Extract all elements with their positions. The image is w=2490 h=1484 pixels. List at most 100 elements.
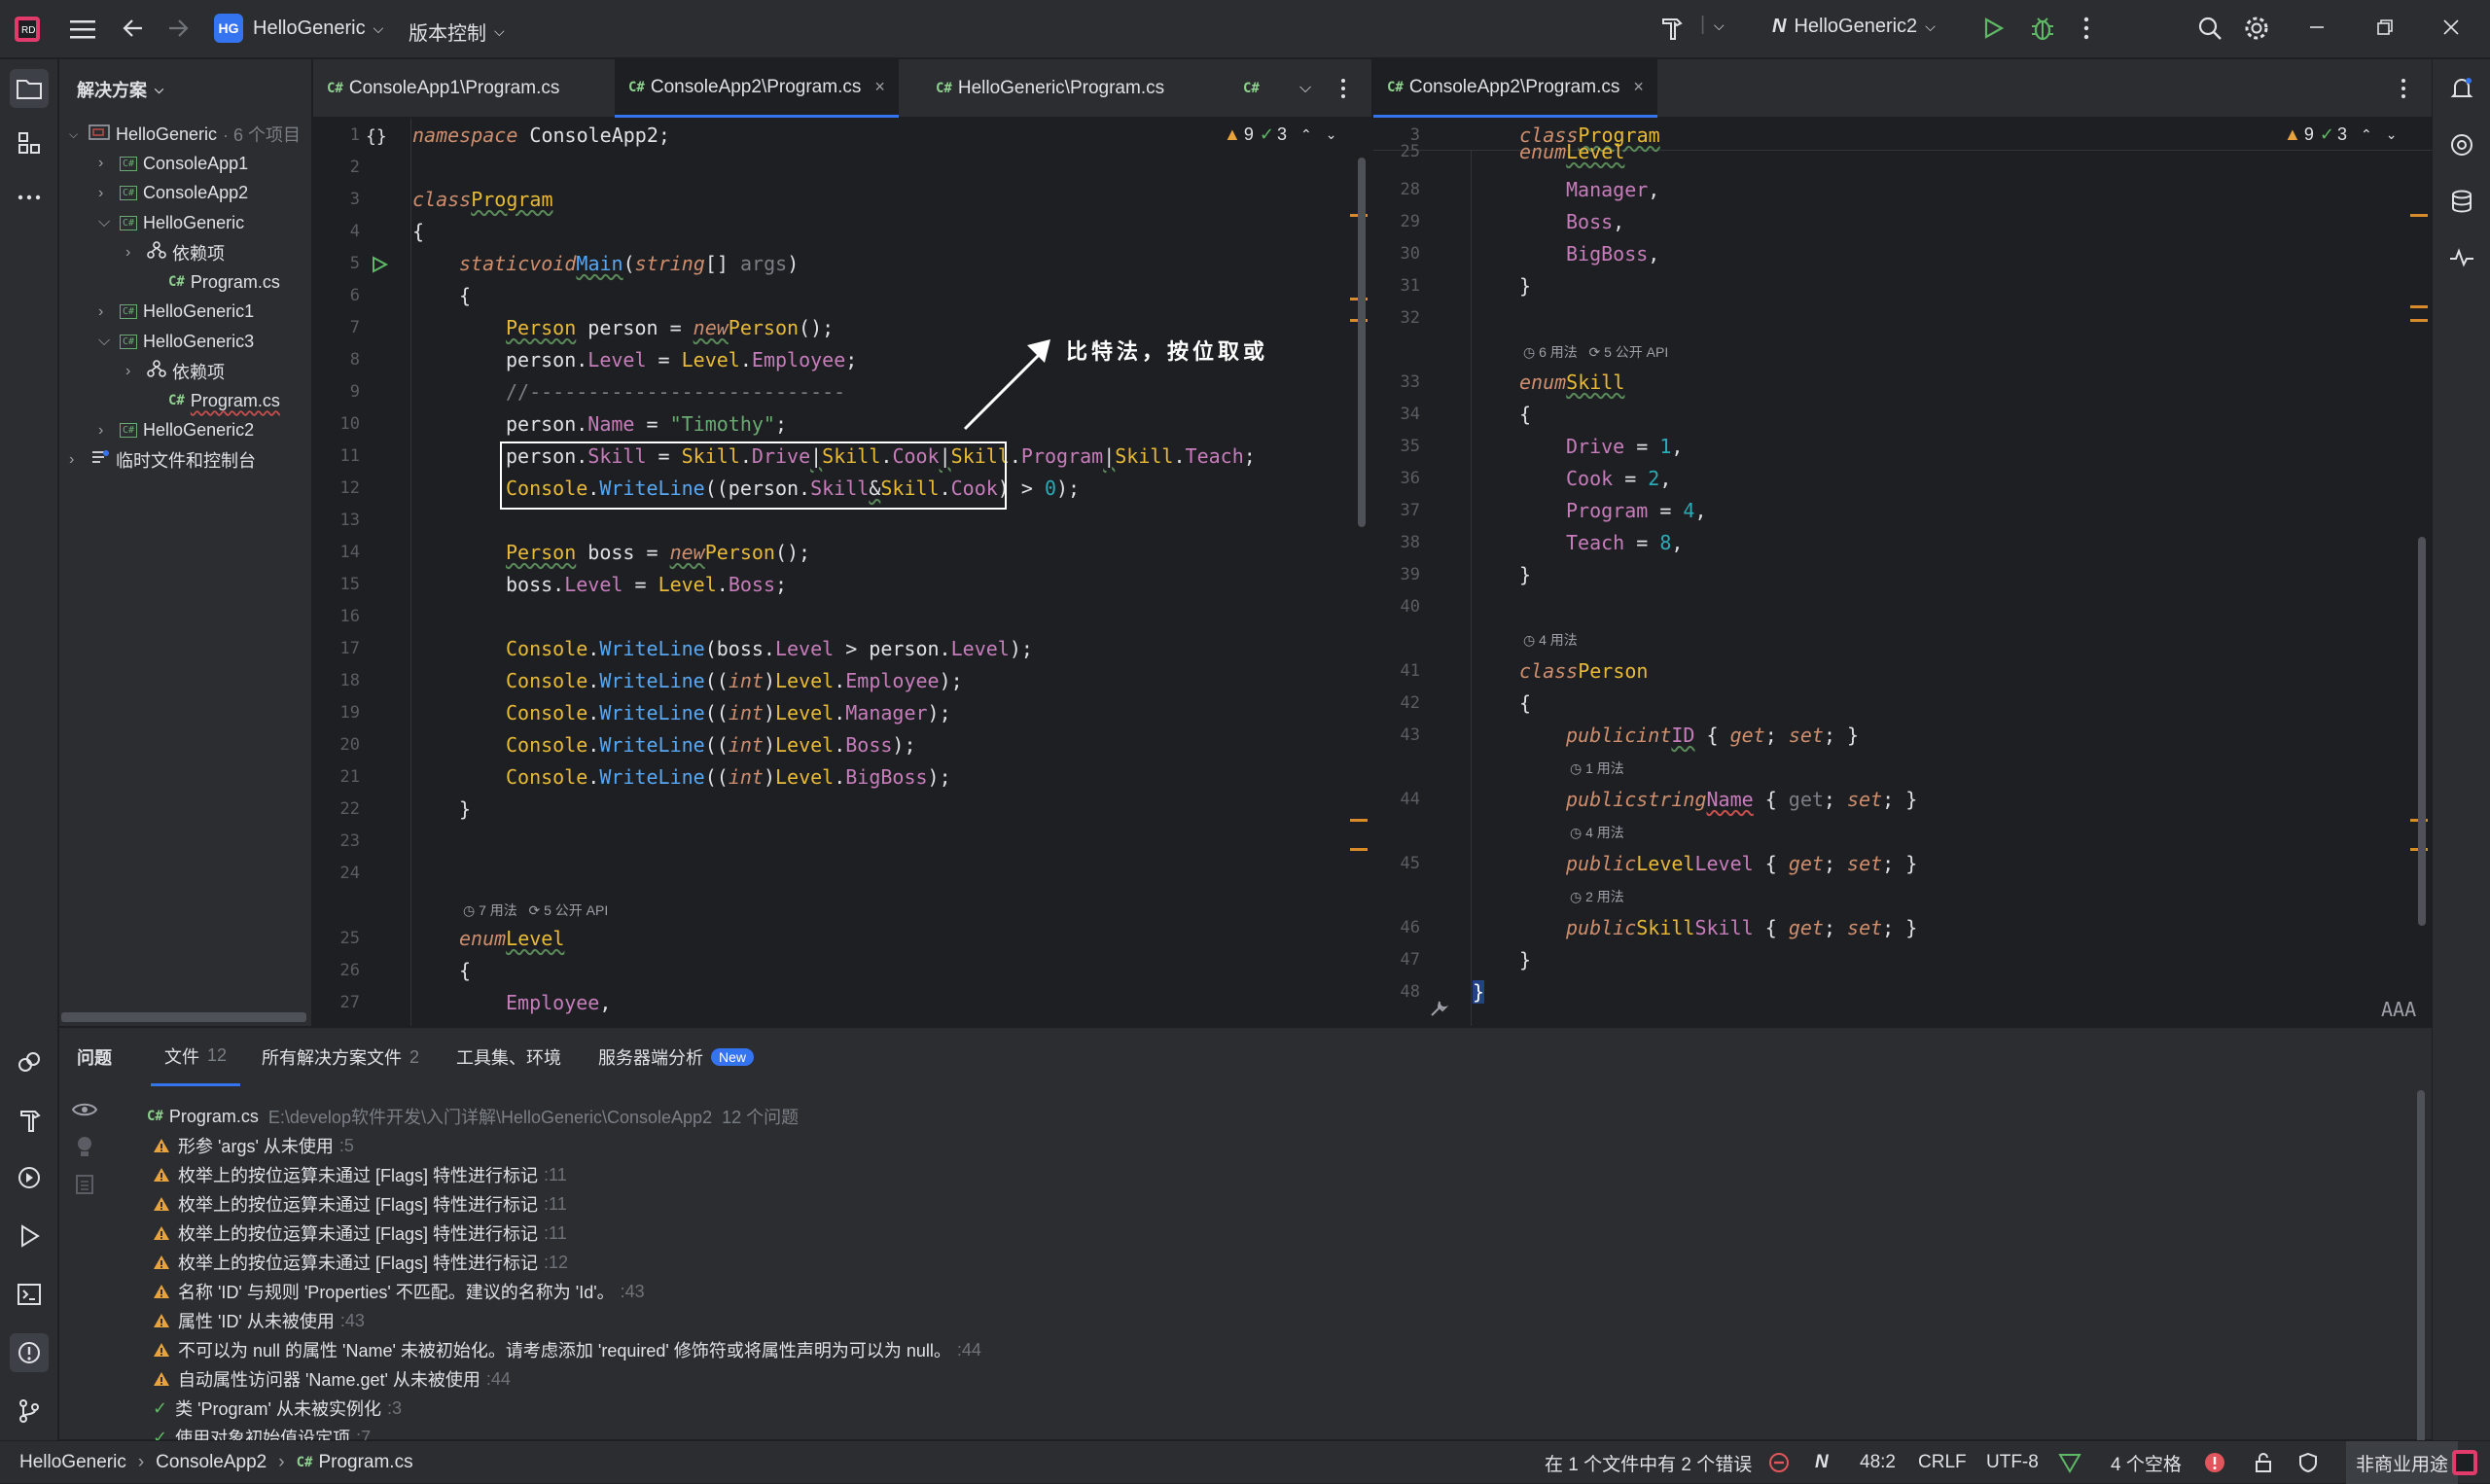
- license-badge[interactable]: 非商业用途: [2346, 1441, 2459, 1484]
- code-line[interactable]: Console. WriteLine((int) Level. Boss);: [506, 728, 916, 760]
- code-line[interactable]: {: [412, 215, 424, 247]
- build-hammer-icon[interactable]: [1657, 14, 1687, 43]
- problem-item[interactable]: 名称 'ID' 与规则 'Properties' 不匹配。建议的名称为 'Id'…: [153, 1277, 645, 1306]
- problem-item[interactable]: 形参 'args' 从未使用:5: [153, 1131, 354, 1160]
- shield-icon[interactable]: [2297, 1441, 2319, 1484]
- unlock-icon[interactable]: [2253, 1441, 2274, 1484]
- tab-list-chevron-icon[interactable]: ⌵: [1286, 59, 1325, 118]
- code-line[interactable]: }: [1519, 558, 1531, 590]
- problems-file-row[interactable]: C# Program.cs E:\develop软件开发\入门详解\HelloG…: [127, 1102, 799, 1131]
- code-line[interactable]: {: [459, 279, 471, 311]
- problem-item[interactable]: 自动属性访问器 'Name.get' 从未被使用:44: [153, 1364, 511, 1394]
- solution-header[interactable]: 解决方案 ⌵: [77, 75, 163, 104]
- code-line[interactable]: boss. Level = Level. Boss;: [506, 568, 787, 600]
- right-code-editor[interactable]: ▲ 9 ✓ 3 ⌃ ⌄ 3 class Program 25 enum Level 2…: [1373, 119, 2432, 1026]
- code-line[interactable]: Person person = new Person ();: [506, 311, 834, 343]
- preview-icon[interactable]: [75, 1174, 94, 1200]
- code-line[interactable]: public string Name { get; set; }: [1566, 783, 1917, 815]
- code-line[interactable]: person. Name = "Timothy";: [506, 407, 787, 440]
- tab-consoleapp2-program[interactable]: C# ConsoleApp2\Program.cs ×: [615, 59, 899, 118]
- tree-item-deps[interactable]: › 依赖项: [125, 357, 225, 386]
- code-line[interactable]: Console. WriteLine((int) Level. Manager);: [506, 696, 951, 728]
- code-line[interactable]: Console. WriteLine((int) Level. BigBoss);: [506, 760, 951, 793]
- error-summary[interactable]: 在 1 个文件中有 2 个错误: [1545, 1441, 1752, 1484]
- code-line[interactable]: Drive = 1,: [1566, 430, 1683, 462]
- structure-icon[interactable]: [10, 124, 49, 162]
- tree-item-project[interactable]: ⌵ C# HelloGeneric: [98, 208, 244, 237]
- notifications-bell-icon[interactable]: [2442, 69, 2481, 108]
- tree-item-file[interactable]: C# Program.cs: [147, 267, 280, 297]
- more-tools-icon[interactable]: [10, 178, 49, 217]
- expand-chevron-icon[interactable]: ›: [98, 422, 120, 440]
- tree-item-project[interactable]: › C# HelloGeneric2: [98, 416, 254, 445]
- search-icon[interactable]: [2196, 15, 2223, 42]
- code-line[interactable]: }: [459, 793, 471, 825]
- code-line[interactable]: Employee,: [506, 986, 611, 1018]
- code-line[interactable]: {: [1519, 687, 1531, 719]
- tree-item-file[interactable]: C# Program.cs: [147, 386, 280, 415]
- tab-toolset-environment[interactable]: 工具集、环境: [456, 1028, 561, 1086]
- next-highlight-icon[interactable]: ⌄: [1326, 126, 1337, 143]
- problem-item[interactable]: ✓ 类 'Program' 从未被实例化:3: [153, 1394, 402, 1423]
- expand-chevron-icon[interactable]: ⌵: [98, 214, 120, 231]
- tab-consoleapp1-program[interactable]: C# ConsoleApp1\Program.cs: [313, 59, 573, 118]
- code-line[interactable]: class Program: [412, 183, 553, 215]
- minimize-icon[interactable]: [2305, 16, 2329, 39]
- indent-setting[interactable]: 4 个空格: [2111, 1441, 2182, 1484]
- tab-more-icon[interactable]: [2385, 59, 2422, 118]
- expand-chevron-icon[interactable]: ›: [98, 185, 120, 202]
- breadcrumb-item[interactable]: ConsoleApp2: [156, 1452, 267, 1473]
- code-line[interactable]: }: [1473, 975, 1485, 1007]
- code-line[interactable]: enum Skill: [1519, 366, 1624, 398]
- code-line[interactable]: enum Level: [1519, 135, 1624, 167]
- prev-highlight-icon[interactable]: ⌃: [2361, 126, 2372, 143]
- vcs-menu[interactable]: 版本控制 ⌵: [409, 18, 505, 46]
- close-tab-icon[interactable]: ×: [1633, 77, 1644, 97]
- expand-chevron-icon[interactable]: ⌵: [98, 333, 120, 350]
- run-config-selector[interactable]: N HelloGeneric2 ⌵: [1772, 16, 1936, 38]
- code-vision-hint[interactable]: ◷ 4 用法: [1523, 630, 1578, 650]
- horizontal-scrollbar[interactable]: [61, 1012, 306, 1022]
- code-vision-hint[interactable]: ◷ 2 用法: [1570, 887, 1624, 906]
- caret-position[interactable]: 48:2: [1860, 1441, 1896, 1484]
- run-tool-icon[interactable]: [10, 1217, 49, 1255]
- code-line[interactable]: person. Level = Level. Employee;: [506, 343, 857, 375]
- problem-item[interactable]: 枚举上的按位运算未通过 [Flags] 特性进行标记:12: [153, 1248, 568, 1277]
- run-gutter-icon[interactable]: [370, 255, 389, 279]
- error-badge-icon[interactable]: [2204, 1441, 2225, 1484]
- project-folder-icon[interactable]: [10, 69, 49, 108]
- expand-chevron-icon[interactable]: ›: [125, 363, 147, 380]
- wrench-icon[interactable]: [1428, 998, 1449, 1024]
- problem-item[interactable]: 属性 'ID' 从未被使用:43: [153, 1306, 365, 1335]
- services-icon[interactable]: [10, 1043, 49, 1082]
- vertical-scrollbar[interactable]: [2418, 537, 2426, 926]
- more-vertical-icon[interactable]: [2081, 14, 2091, 43]
- code-line[interactable]: public Level Level { get; set; }: [1566, 847, 1917, 879]
- code-line[interactable]: Console. WriteLine((int) Level. Employee);: [506, 664, 963, 696]
- code-line[interactable]: BigBoss,: [1566, 237, 1659, 269]
- left-code-editor[interactable]: ▲ 9 ✓ 3 ⌃ ⌄ 1 namespace ConsoleApp2; 2 3 cla…: [313, 119, 1371, 1026]
- close-window-icon[interactable]: [2439, 16, 2463, 39]
- rider-logo-icon[interactable]: RD: [14, 16, 41, 43]
- code-line[interactable]: namespace ConsoleApp2;: [412, 119, 670, 151]
- eye-icon[interactable]: [71, 1100, 98, 1124]
- code-line[interactable]: static void Main(string[] args): [459, 247, 799, 279]
- problem-item[interactable]: 枚举上的按位运算未通过 [Flags] 特性进行标记:11: [153, 1160, 567, 1189]
- next-highlight-icon[interactable]: ⌄: [2386, 126, 2398, 143]
- code-line[interactable]: //---------------------------: [506, 375, 845, 407]
- dotnet-status-icon[interactable]: N: [1815, 1441, 1829, 1484]
- database-icon[interactable]: [2442, 182, 2481, 221]
- code-line[interactable]: Manager,: [1566, 173, 1659, 205]
- vertical-scrollbar[interactable]: [1358, 158, 1366, 527]
- code-vision-hint[interactable]: ◷ 4 用法: [1570, 823, 1624, 842]
- code-line[interactable]: Console. WriteLine (boss. Level > person. Le…: [506, 632, 1033, 664]
- build-tool-icon[interactable]: [10, 1100, 49, 1139]
- close-tab-icon[interactable]: ×: [874, 77, 885, 97]
- file-encoding[interactable]: UTF-8: [1986, 1441, 2039, 1484]
- rider-status-logo-icon[interactable]: [2451, 1441, 2478, 1484]
- inspection-profile-icon[interactable]: [2058, 1441, 2081, 1484]
- code-vision-hint[interactable]: ◷ 7 用法 ⟳ 5 公开 API: [463, 901, 608, 920]
- problems-tool-icon[interactable]: [10, 1333, 49, 1372]
- inspection-widget[interactable]: ▲ 9 ✓ 3 ⌃ ⌄: [1224, 124, 1336, 145]
- terminal-icon[interactable]: [10, 1275, 49, 1314]
